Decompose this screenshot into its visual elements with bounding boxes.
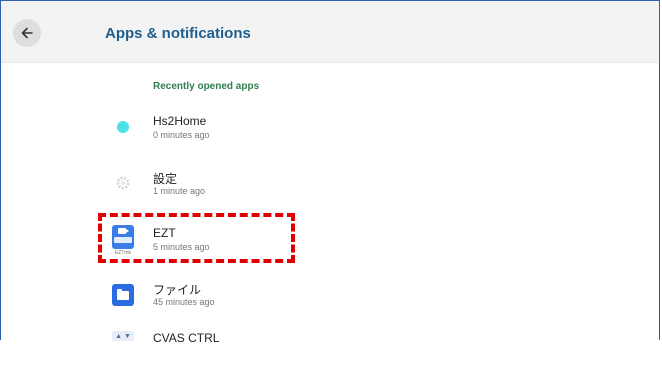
app-name: CVAS CTRL	[153, 331, 220, 345]
app-name: Hs2Home	[153, 114, 207, 128]
list-item-hs2home[interactable]: Hs2Home 0 minutes ago	[1, 105, 659, 157]
list-item-settings[interactable]: 設定 1 minute ago	[1, 161, 659, 213]
back-arrow-icon	[21, 27, 33, 39]
app-time: 45 minutes ago	[153, 297, 215, 307]
app-name: 設定	[153, 172, 178, 186]
settings-gear-icon	[105, 165, 141, 201]
ezt-app-icon: EZTmk	[105, 219, 141, 256]
app-bar: Apps & notifications	[1, 1, 659, 63]
list-item-cvas-ctrl[interactable]: ▲ ▼ CVAS CTRL	[1, 329, 659, 381]
app-time: 1 minute ago	[153, 186, 206, 196]
ezt-icon-subtext: EZTmk	[114, 250, 132, 256]
app-time: 5 minutes ago	[153, 242, 210, 252]
list-item-files[interactable]: ファイル 45 minutes ago	[1, 273, 659, 325]
folder-icon	[105, 277, 141, 313]
list-item-ezt[interactable]: EZTmk EZT 5 minutes ago	[1, 217, 659, 269]
app-name: EZT	[153, 226, 176, 240]
dot-icon	[105, 109, 141, 145]
page-title: Apps & notifications	[105, 25, 251, 42]
back-button[interactable]	[13, 19, 41, 47]
app-time: 0 minutes ago	[153, 130, 210, 140]
app-name: ファイル	[153, 283, 202, 297]
settings-window: Apps & notifications Recently opened app…	[0, 0, 660, 345]
section-header-recent-apps: Recently opened apps	[153, 81, 260, 92]
cvas-ctrl-icon: ▲ ▼	[105, 329, 141, 343]
